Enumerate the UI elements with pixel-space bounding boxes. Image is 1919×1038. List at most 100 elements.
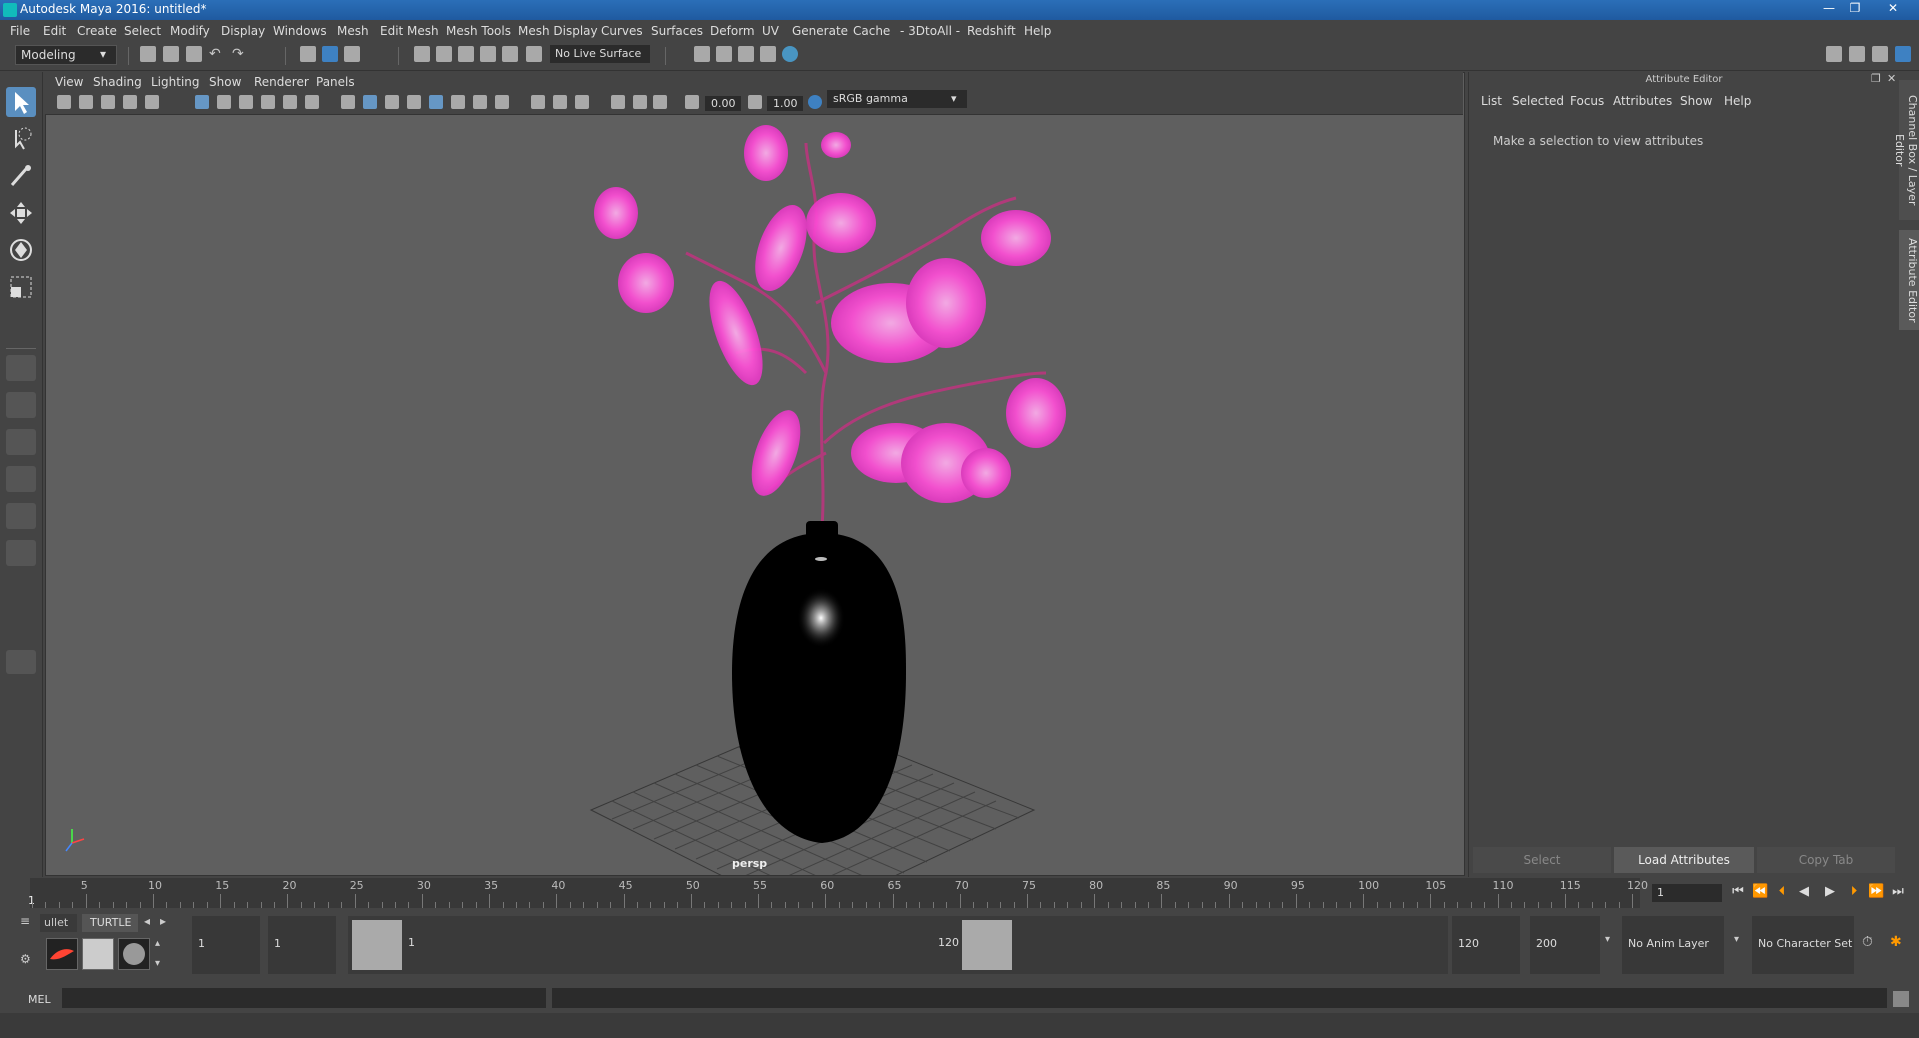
range-slider[interactable]: 1 120: [348, 916, 1448, 974]
menu-windows[interactable]: Windows: [273, 24, 327, 38]
play-forward-icon[interactable]: ▶: [1822, 884, 1838, 900]
current-frame-field[interactable]: 1: [1652, 884, 1722, 902]
minimize-icon[interactable]: —: [1816, 0, 1842, 18]
exposure-field[interactable]: 0.00: [705, 96, 741, 111]
menu-redshift[interactable]: Redshift: [967, 24, 1016, 38]
playback-start-field[interactable]: 1: [268, 916, 336, 974]
render-frame-icon[interactable]: [716, 46, 732, 62]
turtle-bake-icon[interactable]: [82, 938, 114, 970]
chevron-down-icon[interactable]: ▾: [1734, 934, 1739, 945]
auto-key-icon[interactable]: ⏱: [1862, 934, 1873, 950]
lasso-tool-icon[interactable]: [6, 124, 36, 154]
textured-icon[interactable]: [407, 95, 421, 109]
preferences-icon[interactable]: ✱: [1890, 934, 1902, 950]
menu-surfaces[interactable]: Surfaces: [651, 24, 703, 38]
motion-blur-icon[interactable]: [495, 95, 509, 109]
snap-point-icon[interactable]: [458, 46, 474, 62]
more-layouts-icon[interactable]: [6, 650, 36, 674]
turtle-sphere-icon[interactable]: [118, 938, 150, 970]
open-scene-icon[interactable]: [163, 46, 179, 62]
shelf-menu-icon[interactable]: ≡: [20, 914, 36, 930]
ipr-render-icon[interactable]: [738, 46, 754, 62]
bookmark-icon[interactable]: [101, 95, 115, 109]
chevron-down-icon[interactable]: ▾: [1605, 934, 1610, 945]
range-slider-end-handle[interactable]: [962, 920, 1012, 970]
character-set-dropdown[interactable]: No Character Set: [1752, 916, 1854, 974]
scale-tool-icon[interactable]: [6, 272, 36, 302]
shadows-icon[interactable]: [451, 95, 465, 109]
perspective-viewport[interactable]: persp: [45, 72, 1465, 876]
undo-icon[interactable]: ↶: [209, 46, 225, 62]
menu-mesh-tools[interactable]: Mesh Tools: [446, 24, 511, 38]
channel-box-toggle-icon[interactable]: [1895, 46, 1911, 62]
shelf-down-icon[interactable]: ▾: [155, 958, 160, 969]
film-gate-icon[interactable]: [217, 95, 231, 109]
camera-icon[interactable]: [57, 95, 71, 109]
menu-display[interactable]: Display: [221, 24, 265, 38]
workspace-icon[interactable]: [1826, 46, 1842, 62]
shelf-tab-bullet[interactable]: ullet: [40, 914, 77, 932]
menu-help[interactable]: Help: [1024, 24, 1051, 38]
turtle-render-icon[interactable]: [46, 938, 78, 970]
attr-menu-selected[interactable]: Selected: [1512, 94, 1564, 108]
menu-3dtoall[interactable]: - 3DtoAll -: [900, 24, 960, 38]
menu-edit[interactable]: Edit: [43, 24, 66, 38]
persp-outliner-layout-icon[interactable]: [6, 429, 36, 455]
grease-pencil-icon[interactable]: [145, 95, 159, 109]
wireframe-icon[interactable]: [341, 95, 355, 109]
menu-uv[interactable]: UV: [762, 24, 779, 38]
panel-menu-shading[interactable]: Shading: [93, 75, 142, 89]
attr-menu-show[interactable]: Show: [1680, 94, 1712, 108]
frame-all-icon[interactable]: [633, 95, 647, 109]
default-lighting-icon[interactable]: [385, 95, 399, 109]
snap-surface-icon[interactable]: [502, 46, 518, 62]
shelf-gear-icon[interactable]: ⚙: [20, 952, 36, 968]
xray-joints-icon[interactable]: [575, 95, 589, 109]
animation-end-field[interactable]: 200: [1530, 916, 1600, 974]
snap-view-icon[interactable]: [480, 46, 496, 62]
panel-menu-lighting[interactable]: Lighting: [151, 75, 200, 89]
color-management-icon[interactable]: [808, 95, 822, 109]
menu-mesh-display[interactable]: Mesh Display: [518, 24, 598, 38]
attr-menu-attributes[interactable]: Attributes: [1613, 94, 1672, 108]
menu-select[interactable]: Select: [124, 24, 161, 38]
xray-icon[interactable]: [553, 95, 567, 109]
gamma-field[interactable]: 1.00: [767, 96, 803, 111]
range-slider-start-handle[interactable]: [352, 920, 402, 970]
panel-menu-renderer[interactable]: Renderer: [254, 75, 309, 89]
animation-start-field[interactable]: 1: [192, 916, 260, 974]
resolution-gate-icon[interactable]: [239, 95, 253, 109]
attr-menu-focus[interactable]: Focus: [1570, 94, 1604, 108]
use-all-lights-icon[interactable]: [429, 95, 443, 109]
go-to-end-icon[interactable]: ⏭: [1890, 884, 1906, 900]
toggle-view-icon[interactable]: [653, 95, 667, 109]
playback-end-field[interactable]: 120: [1452, 916, 1520, 974]
new-scene-icon[interactable]: [140, 46, 156, 62]
render-view-icon[interactable]: [760, 46, 776, 62]
step-forward-key-icon[interactable]: ⏩: [1868, 884, 1884, 900]
select-component-icon[interactable]: [344, 46, 360, 62]
ambient-occlusion-icon[interactable]: [473, 95, 487, 109]
paint-select-icon[interactable]: [6, 161, 36, 191]
exposure-icon[interactable]: [685, 95, 699, 109]
hypershade-layout-icon[interactable]: [6, 503, 36, 529]
menu-modify[interactable]: Modify: [170, 24, 210, 38]
step-back-key-icon[interactable]: ⏪: [1752, 884, 1768, 900]
menu-deform[interactable]: Deform: [710, 24, 755, 38]
isolate-select-icon[interactable]: [531, 95, 545, 109]
step-forward-frame-icon[interactable]: ⏵: [1846, 884, 1862, 900]
redo-icon[interactable]: ↷: [232, 46, 248, 62]
field-chart-icon[interactable]: [283, 95, 297, 109]
go-to-start-icon[interactable]: ⏮: [1730, 884, 1746, 900]
camera-lock-icon[interactable]: [79, 95, 93, 109]
gamma-icon[interactable]: [748, 95, 762, 109]
panel-menu-view[interactable]: View: [55, 75, 83, 89]
snap-curve-icon[interactable]: [436, 46, 452, 62]
shelf-up-icon[interactable]: ▴: [155, 938, 160, 949]
mode-dropdown[interactable]: Modeling ▾: [15, 45, 117, 65]
script-editor-icon[interactable]: [1893, 991, 1909, 1007]
hypershade-icon[interactable]: [782, 46, 798, 62]
move-tool-icon[interactable]: [6, 198, 36, 228]
smooth-shade-icon[interactable]: [363, 95, 377, 109]
snap-grid-icon[interactable]: [414, 46, 430, 62]
